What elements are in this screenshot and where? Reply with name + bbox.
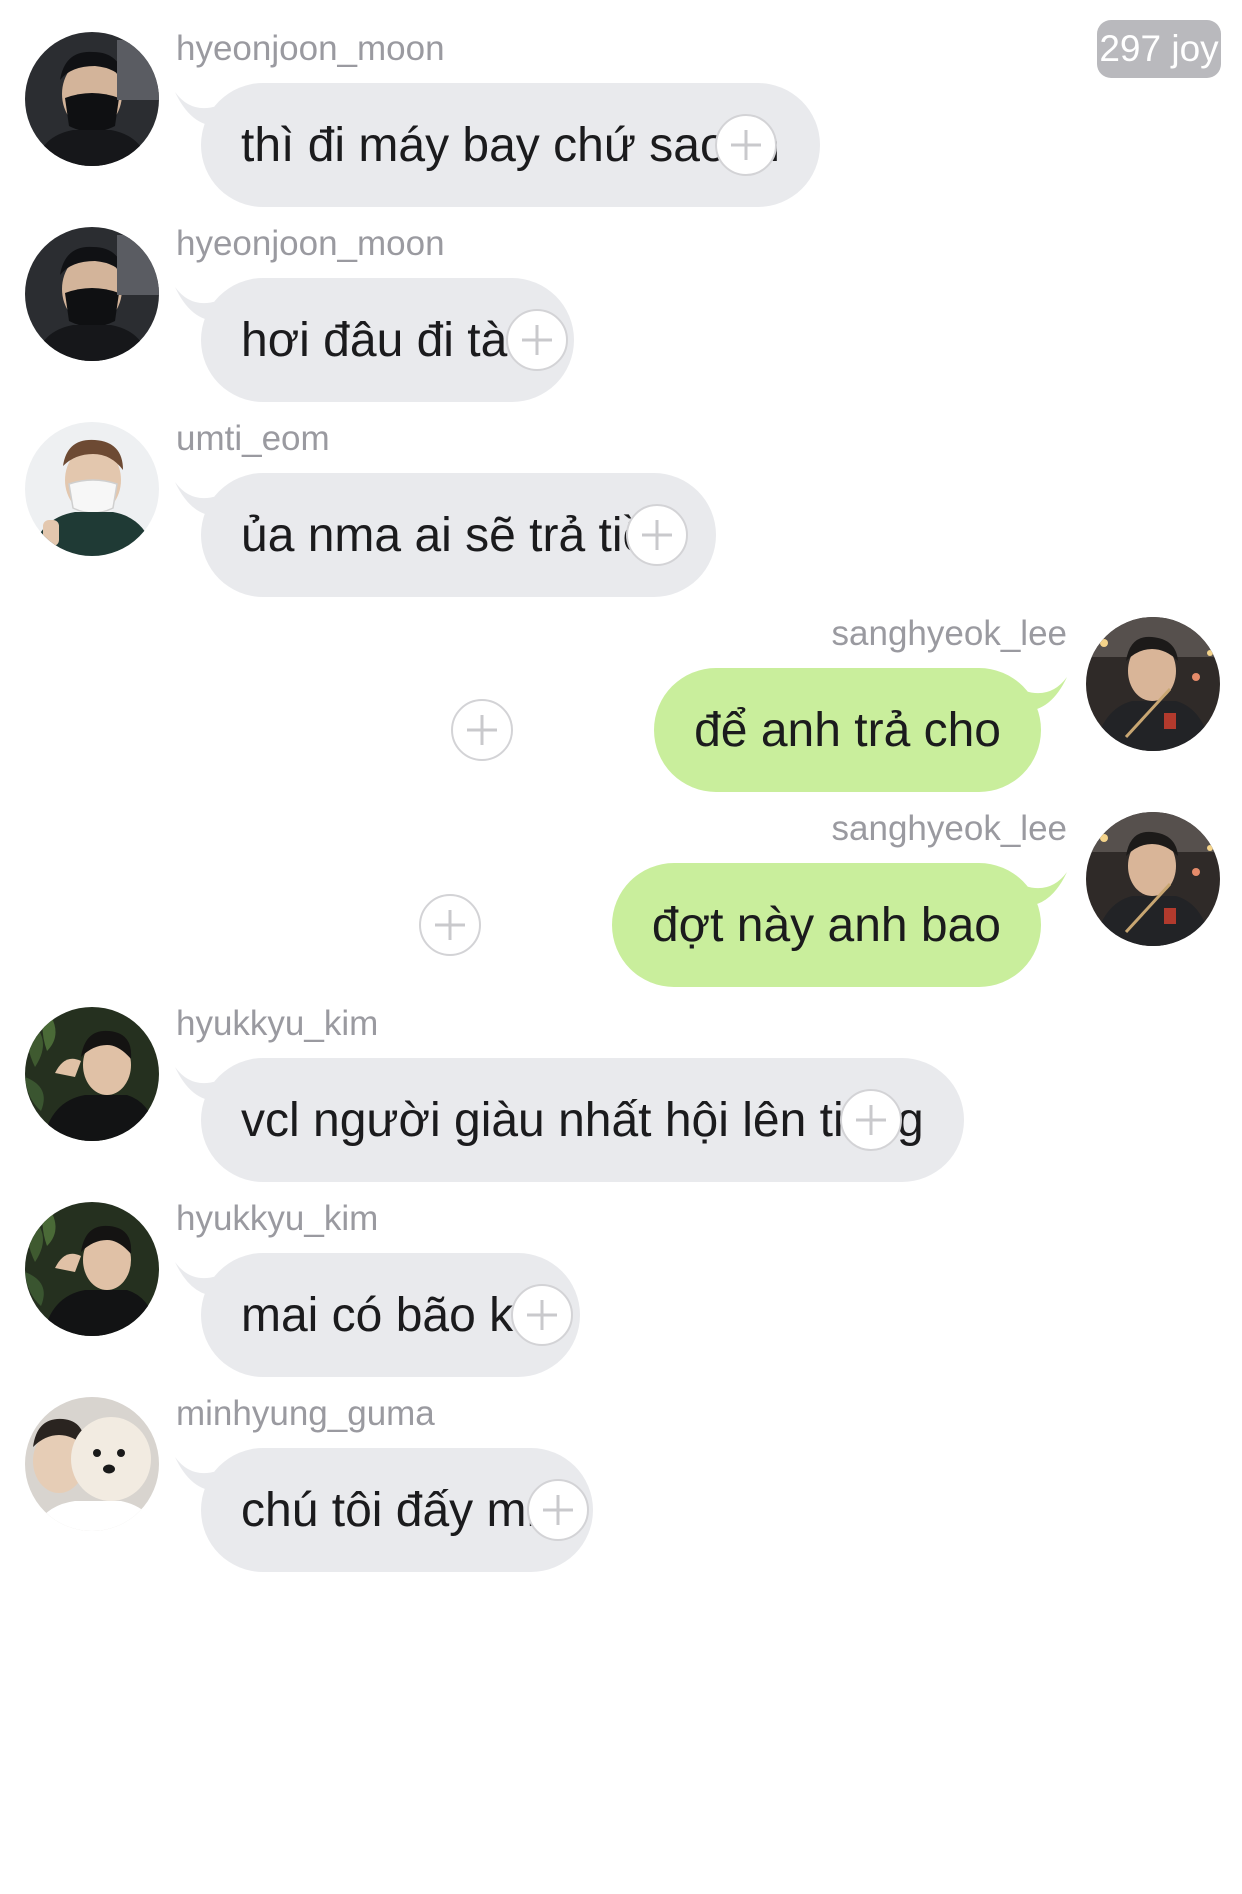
avatar-white-dog-icon[interactable] bbox=[25, 1397, 159, 1531]
message-text: hơi đâu đi tàu bbox=[241, 313, 535, 367]
message-text: mai có bão ko bbox=[241, 1288, 540, 1342]
sender-username[interactable]: umti_eom bbox=[176, 418, 330, 460]
avatar-black-mask-icon[interactable] bbox=[25, 32, 159, 166]
sender-username[interactable]: minhyung_guma bbox=[176, 1393, 435, 1435]
sender-username[interactable]: sanghyeok_lee bbox=[832, 808, 1067, 850]
add-reaction-icon[interactable] bbox=[626, 504, 688, 566]
message-text: để anh trả cho bbox=[694, 703, 1001, 757]
message-text: thì đi máy bay chứ sao m bbox=[241, 118, 781, 172]
avatar-green-leaves-icon[interactable] bbox=[25, 1202, 159, 1336]
add-reaction-icon[interactable] bbox=[840, 1089, 902, 1151]
sender-username[interactable]: sanghyeok_lee bbox=[832, 613, 1067, 655]
add-reaction-icon[interactable] bbox=[506, 309, 568, 371]
avatar-night-city-icon[interactable] bbox=[1086, 812, 1220, 946]
add-reaction-icon[interactable] bbox=[511, 1284, 573, 1346]
avatar-black-mask-icon[interactable] bbox=[25, 227, 159, 361]
avatar-night-city-icon[interactable] bbox=[1086, 617, 1220, 751]
avatar-white-mask-icon[interactable] bbox=[25, 422, 159, 556]
sender-username[interactable]: hyukkyu_kim bbox=[176, 1003, 378, 1045]
sender-username[interactable]: hyeonjoon_moon bbox=[176, 223, 445, 265]
sender-username[interactable]: hyeonjoon_moon bbox=[176, 28, 445, 70]
sender-username[interactable]: hyukkyu_kim bbox=[176, 1198, 378, 1240]
message-bubble[interactable]: đợt này anh bao bbox=[611, 863, 1041, 987]
add-reaction-icon[interactable] bbox=[527, 1479, 589, 1541]
add-reaction-icon[interactable] bbox=[715, 114, 777, 176]
add-reaction-icon[interactable] bbox=[419, 894, 481, 956]
chat-screen: 297 joy hyeonjoon_moon thì đi máy bay ch… bbox=[0, 0, 1242, 1894]
message-bubble[interactable]: để anh trả cho bbox=[654, 668, 1041, 792]
avatar-green-leaves-icon[interactable] bbox=[25, 1007, 159, 1141]
message-text: ủa nma ai sẽ trả tiền bbox=[241, 508, 676, 562]
message-row: minhyung_guma chú tôi đấy mn bbox=[0, 1365, 1242, 1600]
message-text: chú tôi đấy mn bbox=[241, 1483, 554, 1537]
add-reaction-icon[interactable] bbox=[451, 699, 513, 761]
message-text: vcl người giàu nhất hội lên tiếng bbox=[241, 1093, 924, 1147]
message-text: đợt này anh bao bbox=[651, 898, 1001, 952]
